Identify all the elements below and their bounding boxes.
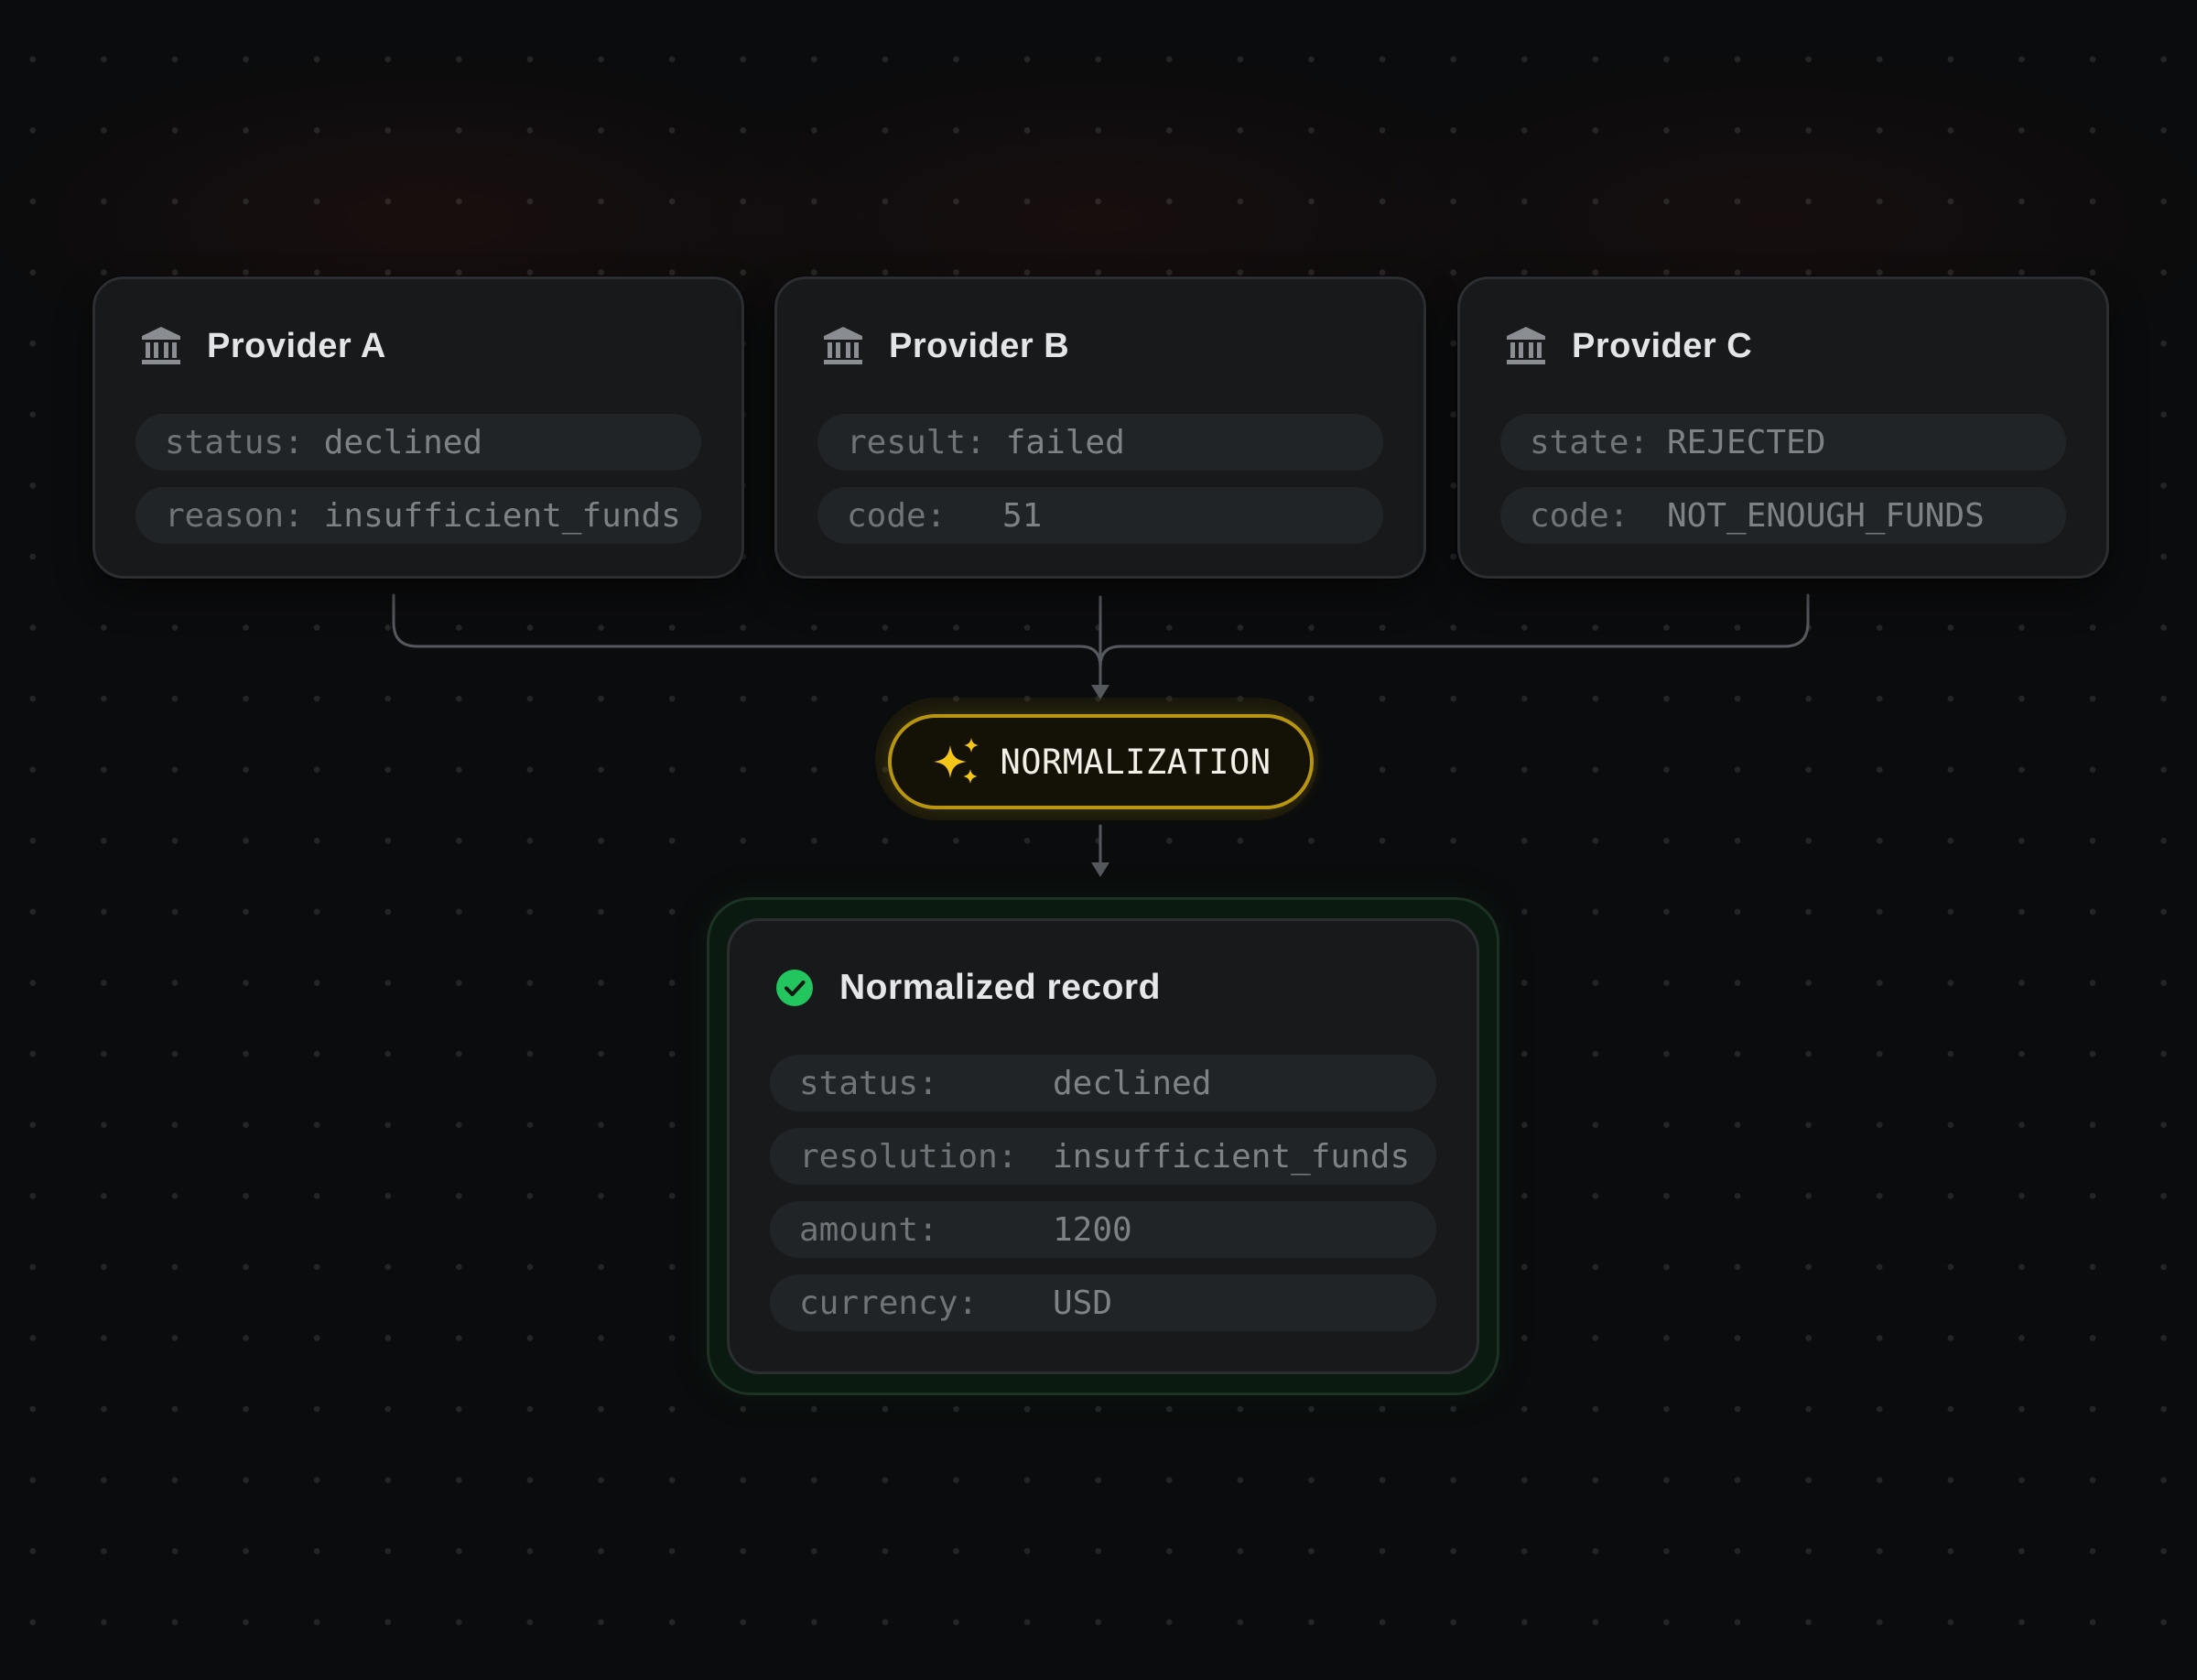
field-value: insufficient_funds <box>1053 1137 1411 1176</box>
connector-lines <box>392 593 1810 877</box>
field-key: amount: <box>799 1210 938 1249</box>
field-value: NOT_ENOUGH_FUNDS <box>1667 496 1985 535</box>
normalized-record-card: Normalized record status: declined resolu… <box>727 918 1479 1374</box>
field-key: resolution: <box>799 1137 1018 1176</box>
field-value: REJECTED <box>1667 423 1826 461</box>
provider-c-header: Provider C <box>1504 323 1752 369</box>
normalized-record-title: Normalized record <box>839 968 1161 1007</box>
provider-a-field-reason: reason: insufficient_funds <box>135 487 701 544</box>
field-key: code: <box>847 496 947 535</box>
provider-b-header: Provider B <box>821 323 1069 369</box>
field-key: result: <box>847 423 986 461</box>
field-value: declined <box>323 423 483 461</box>
check-circle-icon <box>776 970 813 1006</box>
record-field-currency: currency: USD <box>770 1274 1436 1331</box>
arrowhead-to-record <box>1091 862 1109 877</box>
bank-icon <box>1507 327 1545 364</box>
provider-a-header: Provider A <box>139 323 386 369</box>
provider-b-field-code: code: 51 <box>817 487 1383 544</box>
connector-provider-a <box>392 593 1102 694</box>
field-key: status: <box>165 423 304 461</box>
field-value: declined <box>1053 1064 1212 1102</box>
provider-c-field-state: state: REJECTED <box>1500 414 2066 471</box>
normalization-node: NORMALIZATION <box>888 714 1314 809</box>
sparkles-icon <box>934 738 979 784</box>
record-field-resolution: resolution: insufficient_funds <box>770 1128 1436 1185</box>
field-value: failed <box>1005 423 1125 461</box>
bank-icon <box>142 327 180 364</box>
record-field-status: status: declined <box>770 1055 1436 1111</box>
field-key: state: <box>1530 423 1650 461</box>
normalization-label: NORMALIZATION <box>1000 742 1272 782</box>
bank-icon <box>824 327 862 364</box>
field-value: 51 <box>1002 496 1043 535</box>
diagram-canvas: Provider A status: declined reason: insuff… <box>0 0 2197 1680</box>
provider-c-field-code: code: NOT_ENOUGH_FUNDS <box>1500 487 2066 544</box>
provider-a-field-status: status: declined <box>135 414 701 471</box>
provider-a-title: Provider A <box>207 326 386 365</box>
field-value: 1200 <box>1053 1210 1132 1249</box>
provider-b-field-result: result: failed <box>817 414 1383 471</box>
provider-c-card: Provider C state: REJECTED code: NOT_ENOUG… <box>1457 276 2109 579</box>
normalized-record-header: Normalized record <box>775 965 1161 1011</box>
provider-a-card: Provider A status: declined reason: insuff… <box>92 276 744 579</box>
field-key: reason: <box>165 496 304 535</box>
field-value: USD <box>1053 1284 1113 1322</box>
field-key: currency: <box>799 1284 979 1322</box>
provider-c-title: Provider C <box>1572 326 1753 365</box>
connector-provider-c <box>1098 593 1810 668</box>
field-key: status: <box>799 1064 938 1102</box>
field-value: insufficient_funds <box>323 496 681 535</box>
record-field-amount: amount: 1200 <box>770 1201 1436 1258</box>
provider-b-card: Provider B result: failed code: 51 <box>774 276 1426 579</box>
field-key: code: <box>1530 496 1629 535</box>
provider-b-title: Provider B <box>889 326 1070 365</box>
